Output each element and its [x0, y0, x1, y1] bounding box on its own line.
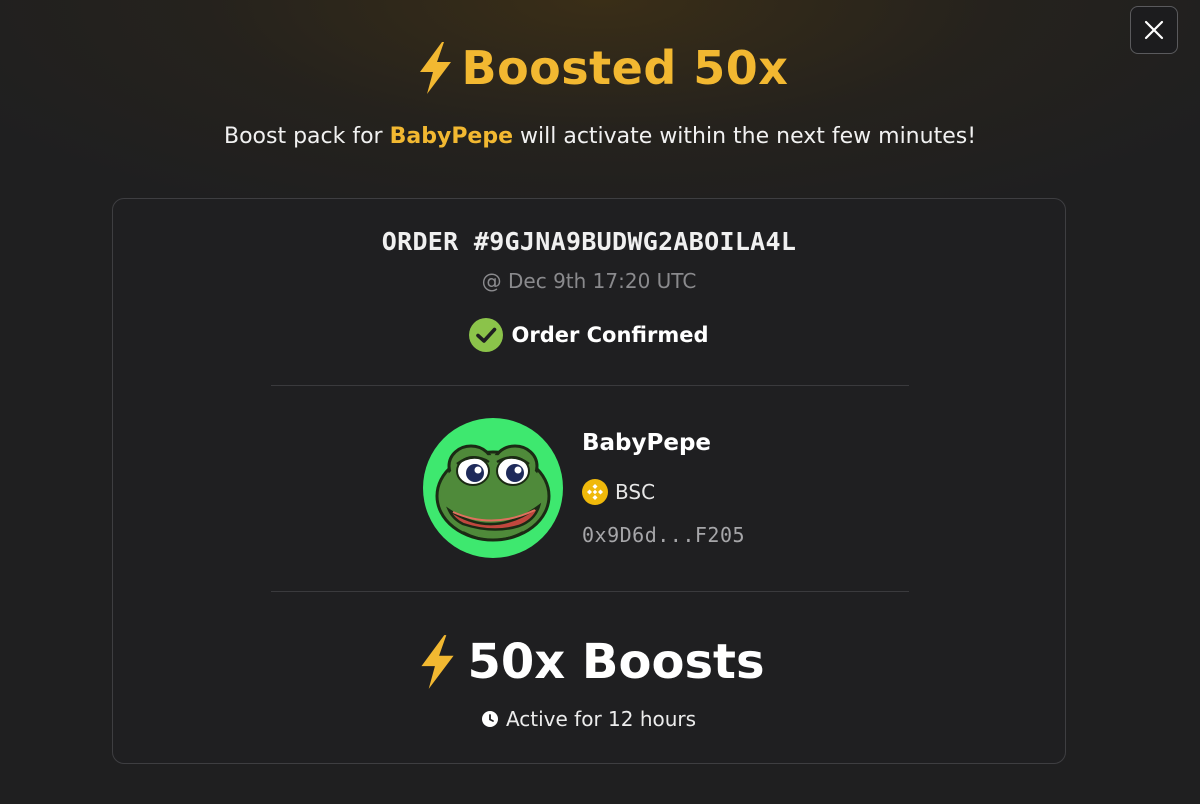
order-timestamp: @ Dec 9th 17:20 UTC	[481, 269, 697, 293]
boost-summary: 50x Boosts	[113, 633, 1065, 691]
status-text: Order Confirmed	[511, 323, 709, 347]
title-text: Boosted 50x	[461, 41, 789, 95]
lightning-bolt-icon	[419, 42, 451, 94]
subtitle-prefix: Boost pack for	[223, 124, 390, 149]
subtitle-suffix: will activate within the next few minute…	[513, 124, 977, 149]
boost-duration: Active for 12 hours	[113, 707, 1065, 731]
order-status: Order Confirmed	[113, 318, 1065, 352]
check-circle-icon	[469, 318, 504, 352]
divider	[271, 385, 909, 386]
duration-text: Active for 12 hours	[505, 707, 697, 731]
bnb-chain-icon	[582, 479, 608, 505]
clock-icon	[481, 711, 498, 727]
subtitle: Boost pack for BabyPepe will activate wi…	[0, 124, 1200, 149]
token-chain: BSC	[582, 479, 655, 505]
pepe-frog-avatar	[423, 418, 563, 558]
divider	[271, 591, 909, 592]
close-icon	[1144, 20, 1164, 40]
subtitle-token-name: BabyPepe	[389, 124, 514, 149]
dialog-title: Boosted 50x	[0, 40, 1200, 96]
order-id: ORDER #9GJNA9BUDWG2ABOILA4L	[381, 227, 797, 256]
token-name: BabyPepe	[582, 430, 712, 456]
token-address[interactable]: 0x9D6d...F205	[582, 523, 745, 547]
order-card: ORDER #9GJNA9BUDWG2ABOILA4L @ Dec 9th 17…	[112, 198, 1066, 764]
lightning-bolt-icon	[421, 635, 455, 689]
boost-label: 50x Boosts	[467, 634, 765, 690]
chain-name: BSC	[615, 480, 656, 504]
